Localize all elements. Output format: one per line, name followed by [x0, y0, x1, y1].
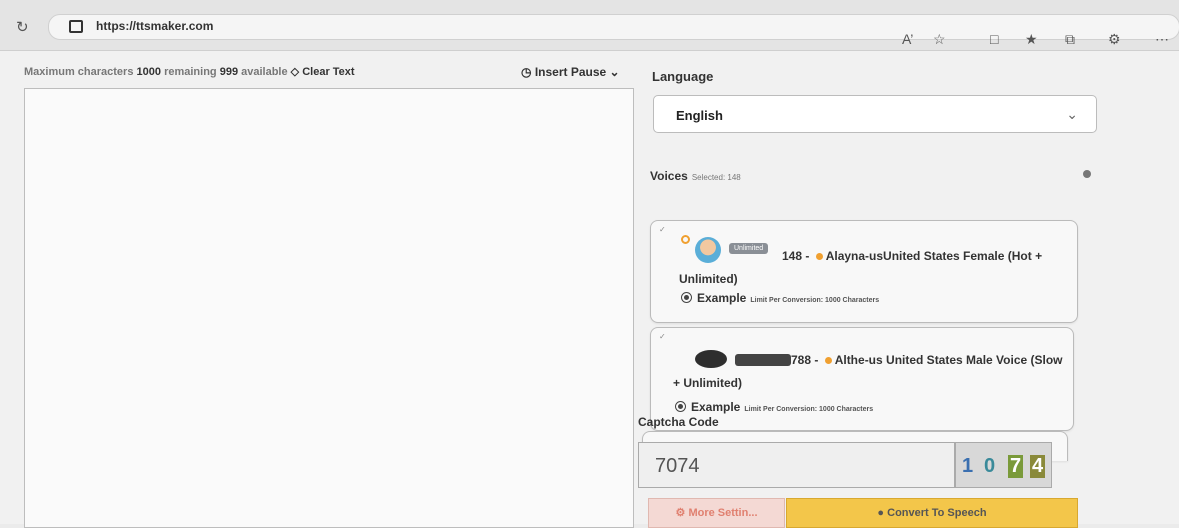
captcha-char: 4 [1030, 455, 1046, 478]
collections-icon[interactable]: ⧉ [1065, 31, 1075, 48]
convert-icon: ● [877, 507, 885, 519]
page-content: Maximum characters 1000 remaining 999 av… [0, 51, 1179, 528]
example-button[interactable]: Example Limit Per Conversion: 1000 Charac… [681, 291, 879, 305]
selected-indicator-icon: ✓ [659, 225, 666, 234]
captcha-input-value: 7074 [655, 455, 700, 477]
language-select[interactable]: English ⌄ [653, 95, 1097, 133]
url-text: https://ttsmaker.com [96, 19, 214, 33]
voices-label: Voices Selected: 148 [650, 169, 741, 183]
chevron-down-icon: ⌄ [1066, 106, 1078, 122]
settings-icon: ⚙ [675, 507, 686, 519]
address-bar[interactable]: https://ttsmaker.com [48, 14, 1179, 40]
favorite-star-icon[interactable]: ☆ [933, 31, 946, 48]
limit-text: Limit Per Conversion: 1000 Characters [750, 297, 880, 304]
captcha-label: Captcha Code [638, 415, 719, 429]
language-label: Language [652, 69, 714, 84]
eraser-icon: ◇ [290, 66, 300, 78]
play-radio-icon [675, 401, 686, 412]
insert-pause-dropdown[interactable]: ◷ Insert Pause ⌄ [521, 65, 620, 79]
status-dot-icon [815, 252, 823, 260]
captcha-input[interactable]: 7074 [638, 442, 955, 488]
favorites-icon[interactable]: ★ [1025, 31, 1038, 48]
example-button[interactable]: Example Limit Per Conversion: 1000 Charac… [675, 400, 873, 414]
play-radio-icon [681, 292, 692, 303]
captcha-char: 1 [962, 455, 974, 477]
voice-title: 148 - Alayna-usUnited States Female (Hot… [679, 249, 1043, 286]
chevron-down-icon: ⌄ [609, 65, 620, 79]
voice-card[interactable]: ✓ Unlimited 148 - Alayna-usUnited States… [650, 220, 1078, 323]
clear-text-button[interactable]: ◇ Clear Text [291, 66, 355, 78]
status-dot-icon [824, 356, 832, 364]
clock-icon: ◷ [521, 65, 532, 79]
character-counter: Maximum characters 1000 remaining 999 av… [24, 66, 355, 78]
lock-icon [69, 20, 83, 33]
browser-toolbar: ↻ https://ttsmaker.com A’ ☆ □ ★ ⧉ ⚙ ⋯ [0, 0, 1179, 51]
selected-indicator-icon: ✓ [659, 332, 666, 341]
hot-ring-icon [681, 235, 690, 244]
split-screen-icon[interactable]: □ [990, 31, 998, 47]
extensions-icon[interactable]: ⚙ [1108, 31, 1121, 48]
language-selected-value: English [676, 108, 723, 123]
more-icon[interactable]: ⋯ [1155, 31, 1169, 48]
voice-title: 788 - Althe-us United States Male Voice … [673, 353, 1063, 390]
reload-icon[interactable]: ↻ [16, 18, 29, 36]
scrollbar-handle[interactable] [1083, 170, 1091, 178]
captcha-char: 7 [1008, 455, 1024, 478]
text-input-area[interactable] [24, 88, 634, 528]
captcha-char: 0 [984, 455, 996, 477]
limit-text: Limit Per Conversion: 1000 Characters [744, 406, 874, 413]
captcha-image[interactable]: 1 0 7 4 [955, 442, 1052, 488]
read-aloud-icon[interactable]: A’ [902, 31, 913, 47]
